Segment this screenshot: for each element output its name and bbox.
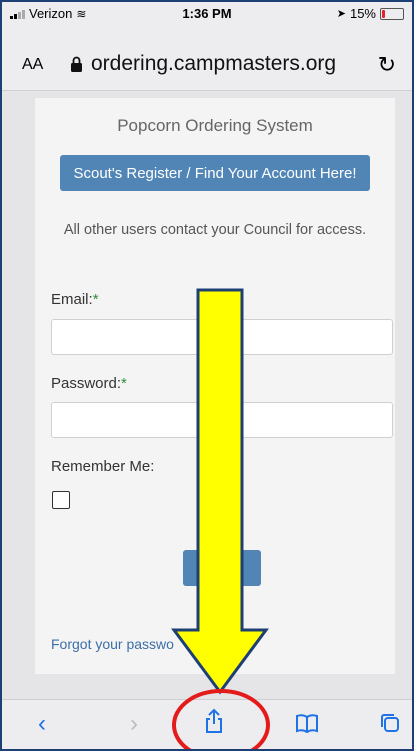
screenshot-frame: Verizon ≋ 1:36 PM ➤ 15% AA ordering.camp…	[0, 0, 414, 751]
annotation-overlay	[171, 288, 270, 749]
share-highlight-circle	[172, 689, 270, 749]
down-arrow-annotation	[171, 288, 269, 695]
